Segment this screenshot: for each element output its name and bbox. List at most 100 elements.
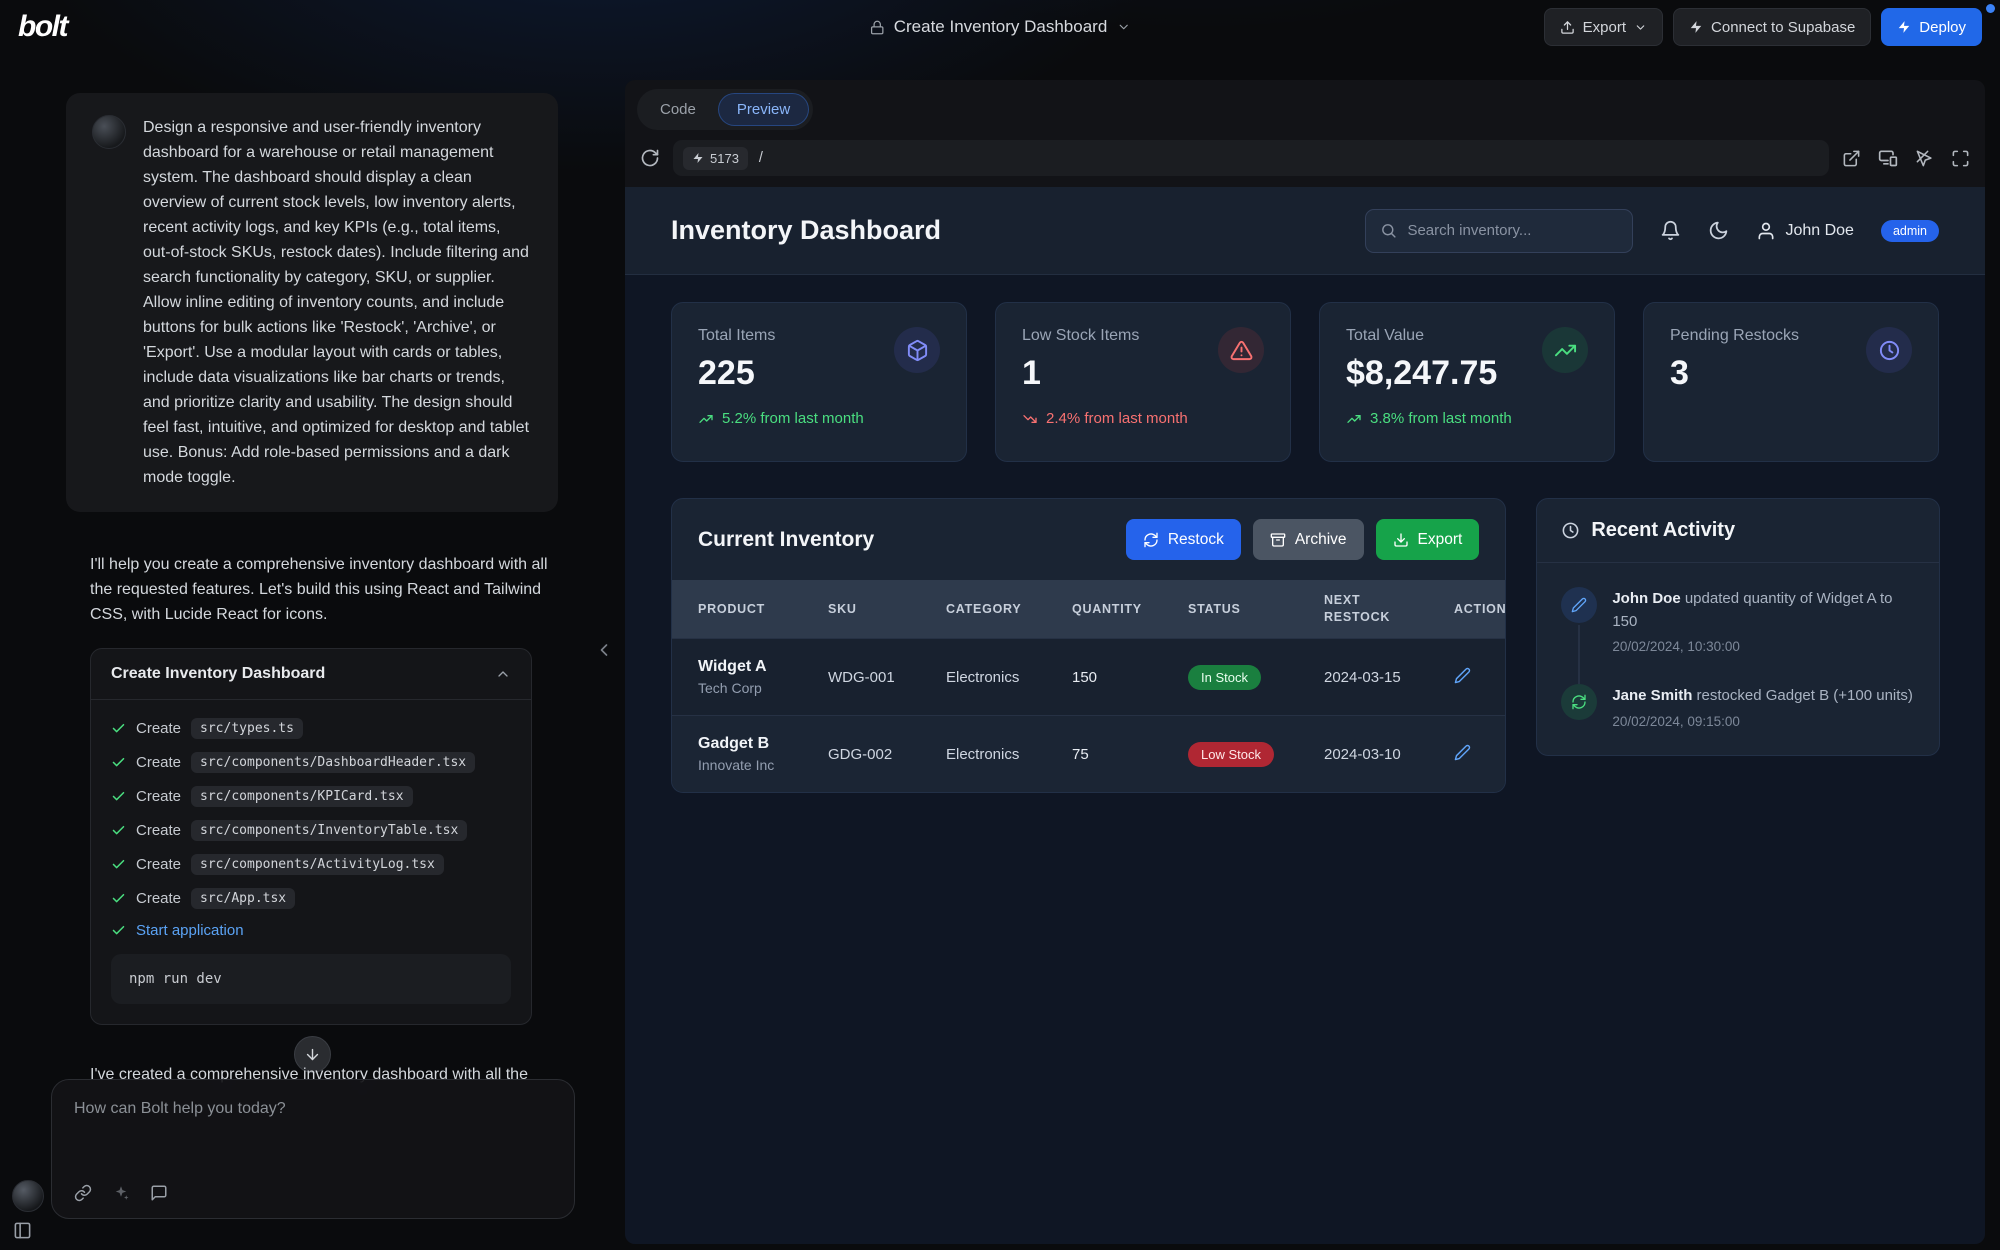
link-icon[interactable] <box>74 1184 92 1202</box>
inventory-search-input[interactable] <box>1407 222 1618 239</box>
step-file-chip[interactable]: src/components/InventoryTable.tsx <box>191 820 467 841</box>
tab-preview[interactable]: Preview <box>718 93 809 126</box>
chat-input-container[interactable] <box>51 1079 575 1219</box>
kpi-delta: 5.2% from last month <box>698 410 864 427</box>
kpi-delta-text: 5.2% from last month <box>722 410 864 427</box>
column-header: STATUS <box>1188 601 1324 618</box>
bolt-logo[interactable]: bolt <box>18 10 67 44</box>
artifact-panel: Create Inventory Dashboard Create src/ty… <box>90 648 532 1025</box>
activity-detail: restocked Gadget B (+100 units) <box>1697 687 1913 704</box>
kpi-value: 1 <box>1022 354 1188 393</box>
refresh-icon <box>1143 532 1159 548</box>
preview-viewport: Inventory Dashboard <box>625 187 1985 1244</box>
step-action: Create <box>136 822 181 839</box>
user-prompt-text: Design a responsive and user-friendly in… <box>143 115 532 490</box>
product-name: Widget A <box>698 658 820 676</box>
step-file-chip[interactable]: src/components/KPICard.tsx <box>191 786 413 807</box>
start-application-link[interactable]: Start application <box>136 922 244 939</box>
project-title-menu[interactable]: Create Inventory Dashboard <box>870 0 1131 54</box>
edit-row-button[interactable] <box>1454 744 1471 761</box>
dashboard-content: Current Inventory Restock Archive <box>625 462 1985 793</box>
open-external-icon[interactable] <box>1842 149 1861 168</box>
bolt-app: bolt Create Inventory Dashboard Export <box>0 0 2000 1250</box>
current-inventory-card: Current Inventory Restock Archive <box>671 498 1506 793</box>
restock-button[interactable]: Restock <box>1126 519 1241 560</box>
step-file-chip[interactable]: src/components/ActivityLog.tsx <box>191 854 444 875</box>
collapse-chat-button[interactable] <box>594 640 614 660</box>
fullscreen-icon[interactable] <box>1951 149 1970 168</box>
account-avatar[interactable] <box>12 1180 44 1212</box>
activity-list: John Doe updated quantity of Widget A to… <box>1537 563 1939 755</box>
quantity-cell[interactable]: 150 <box>1072 669 1188 686</box>
dark-mode-toggle-icon[interactable] <box>1708 220 1729 241</box>
trend-up-icon <box>698 411 714 427</box>
chat-bubble-icon[interactable] <box>150 1184 168 1202</box>
tab-code[interactable]: Code <box>641 93 715 126</box>
column-header: CATEGORY <box>946 601 1072 618</box>
code-preview-segmented-control: Code Preview <box>637 89 813 130</box>
export-label: Export <box>1583 19 1626 36</box>
package-icon <box>894 327 940 373</box>
deploy-button[interactable]: Deploy <box>1881 8 1982 46</box>
project-title: Create Inventory Dashboard <box>894 17 1108 37</box>
quantity-cell[interactable]: 75 <box>1072 746 1188 763</box>
port-badge[interactable]: 5173 <box>683 147 748 170</box>
artifact-title: Create Inventory Dashboard <box>111 665 325 683</box>
table-header-row: PRODUCT SKU CATEGORY QUANTITY STATUS NEX… <box>672 580 1505 638</box>
connect-supabase-label: Connect to Supabase <box>1711 19 1855 36</box>
inventory-search[interactable] <box>1365 209 1633 253</box>
lock-icon <box>870 20 885 35</box>
user-menu[interactable]: John Doe <box>1756 221 1854 241</box>
artifact-step: Start application <box>111 922 511 939</box>
artifact-step: Create src/App.tsx <box>111 888 511 909</box>
artifact-header[interactable]: Create Inventory Dashboard <box>91 649 531 700</box>
step-file-chip[interactable]: src/components/DashboardHeader.tsx <box>191 752 475 773</box>
trending-up-icon <box>1542 327 1588 373</box>
kpi-label: Low Stock Items <box>1022 327 1188 345</box>
edit-row-button[interactable] <box>1454 667 1471 684</box>
user-message-card: Design a responsive and user-friendly in… <box>66 93 558 512</box>
column-header: PRODUCT <box>698 601 828 618</box>
table-row: Widget A Tech Corp WDG-001 Electronics 1… <box>672 638 1505 715</box>
artifact-step: Create src/components/ActivityLog.tsx <box>111 854 511 875</box>
zap-icon <box>692 152 704 164</box>
activity-text: John Doe updated quantity of Widget A to… <box>1612 587 1915 633</box>
export-button[interactable]: Export <box>1544 8 1663 46</box>
topbar-actions: Export Connect to Supabase Deploy <box>1544 8 1982 46</box>
column-header: NEXT RESTOCK <box>1324 592 1454 626</box>
kpi-row: Total Items 225 5.2% from last month Low… <box>625 275 1985 462</box>
download-icon <box>1393 532 1409 548</box>
chevron-down-icon <box>1116 20 1130 34</box>
devices-icon[interactable] <box>1878 148 1898 168</box>
connect-supabase-button[interactable]: Connect to Supabase <box>1673 8 1871 46</box>
role-badge: admin <box>1881 220 1939 242</box>
status-badge: Low Stock <box>1188 742 1274 767</box>
step-file-chip[interactable]: src/App.tsx <box>191 888 295 909</box>
status-dot <box>1986 4 1995 13</box>
clock-icon <box>1561 521 1580 540</box>
kpi-card-total-value: Total Value $8,247.75 3.8% from last mon… <box>1319 302 1615 462</box>
deploy-icon <box>1897 20 1911 34</box>
chat-toolbar <box>74 1184 552 1202</box>
address-bar[interactable]: 5173 / <box>673 140 1829 176</box>
kpi-label: Total Items <box>698 327 864 345</box>
kpi-label: Total Value <box>1346 327 1512 345</box>
chevron-up-icon[interactable] <box>495 666 511 682</box>
reload-icon[interactable] <box>640 148 660 168</box>
artifact-steps: Create src/types.ts Create src/component… <box>91 700 531 1024</box>
check-icon <box>111 721 126 736</box>
topbar: bolt Create Inventory Dashboard Export <box>0 0 2000 54</box>
export-table-button[interactable]: Export <box>1376 519 1480 560</box>
sidebar-toggle-icon[interactable] <box>13 1221 32 1240</box>
kpi-value: 225 <box>698 354 864 393</box>
assistant-intro-text: I'll help you create a comprehensive inv… <box>90 552 572 627</box>
edit-activity-icon <box>1561 587 1597 623</box>
artifact-step: Create src/types.ts <box>111 718 511 739</box>
archive-button[interactable]: Archive <box>1253 519 1364 560</box>
supabase-bolt-icon <box>1689 20 1703 34</box>
step-file-chip[interactable]: src/types.ts <box>191 718 303 739</box>
inspector-off-icon[interactable] <box>1915 149 1934 168</box>
sparkles-icon[interactable] <box>112 1184 130 1202</box>
bell-icon[interactable] <box>1660 220 1681 241</box>
chat-input[interactable] <box>74 1100 552 1118</box>
